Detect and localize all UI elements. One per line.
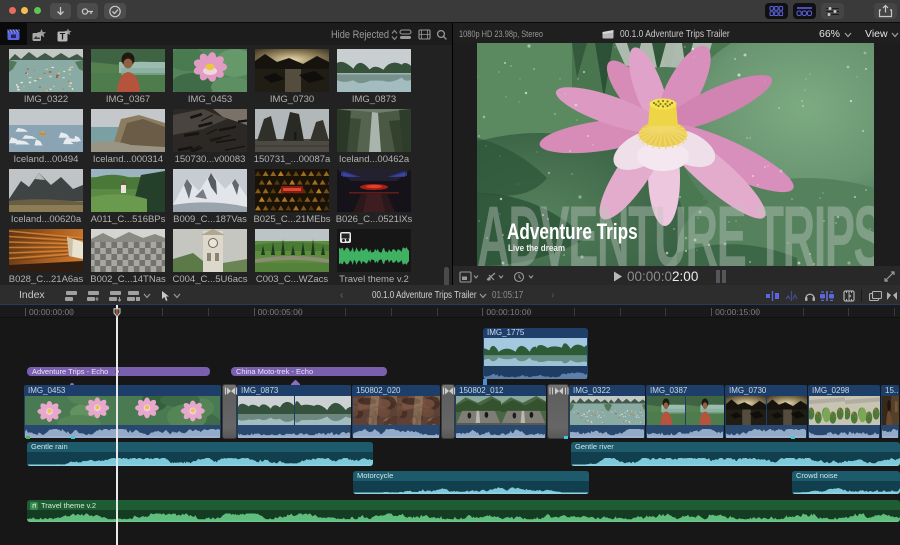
svg-text:T: T [60, 31, 66, 41]
